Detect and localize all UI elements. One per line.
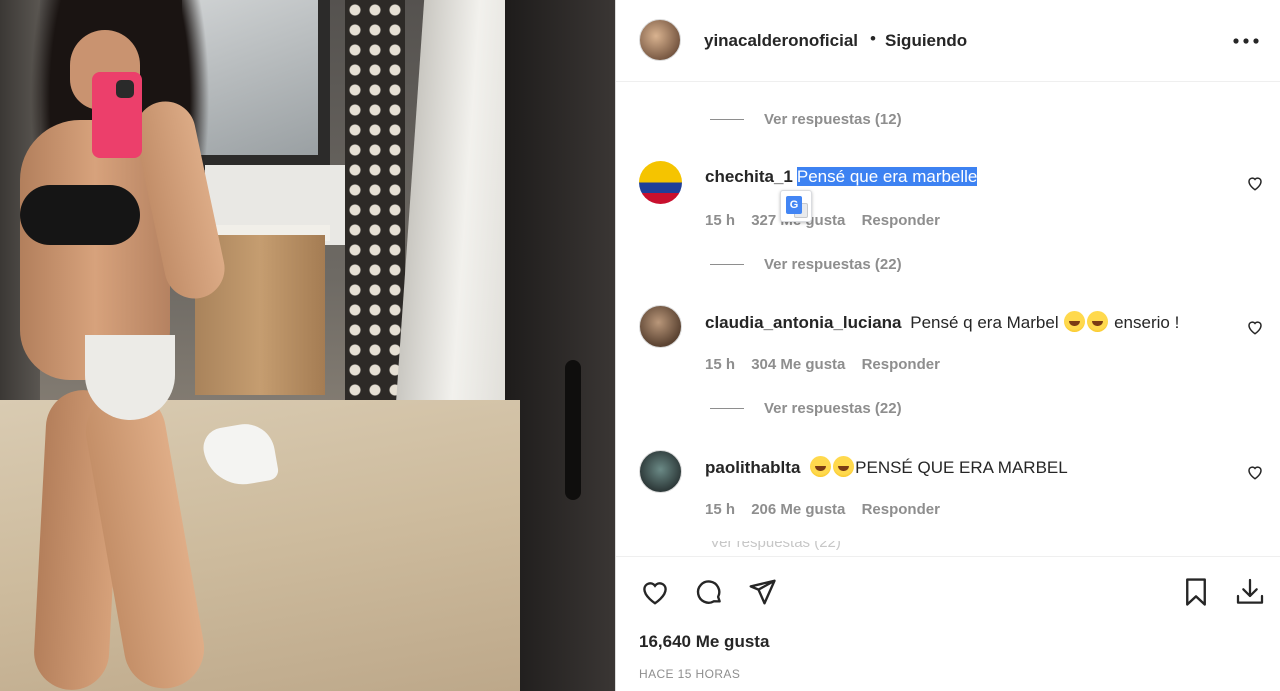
more-options-icon[interactable] [1231, 26, 1261, 56]
laughing-emoji-icon [810, 456, 832, 477]
photo-tile-column [345, 0, 405, 420]
comment-username[interactable]: claudia_antonia_luciana [705, 313, 902, 332]
view-replies-button[interactable]: Ver respuestas (22) [710, 400, 902, 417]
replies-line [710, 408, 744, 409]
author-avatar[interactable] [639, 19, 681, 61]
comment-likes[interactable]: 304 Me gusta [751, 356, 845, 373]
like-comment-heart-icon[interactable] [1246, 463, 1266, 483]
translate-icon[interactable]: G [780, 190, 812, 222]
replies-line [710, 264, 744, 265]
view-replies-partial[interactable]: Ver respuestas (22) [710, 541, 841, 551]
header-separator: • [870, 29, 876, 48]
download-icon[interactable] [1233, 575, 1267, 609]
comment-item: claudia_antonia_luciana Pensé q era Marb… [616, 305, 1280, 395]
view-replies-label: Ver respuestas (22) [764, 400, 902, 417]
comment-meta: 15 h 304 Me gusta Responder [705, 356, 952, 373]
reply-button[interactable]: Responder [862, 212, 940, 229]
view-replies-button[interactable]: Ver respuestas (12) [710, 111, 902, 128]
post-header: yinacalderonoficial • Siguiendo [616, 0, 1280, 82]
laughing-emoji-icon [1087, 311, 1109, 332]
reply-button[interactable]: Responder [862, 356, 940, 373]
comment-avatar[interactable] [639, 161, 682, 204]
reply-button[interactable]: Responder [862, 501, 940, 518]
comment-likes[interactable]: 206 Me gusta [751, 501, 845, 518]
comment-body-selected: Pensé que era marbelle [796, 167, 978, 186]
laughing-emoji-icon [833, 456, 855, 477]
photo-figure-top [20, 185, 140, 245]
comment-username[interactable]: chechita_1 [705, 167, 793, 186]
comment-time: 15 h [705, 501, 736, 518]
comment-meta: 15 h 206 Me gusta Responder [705, 501, 952, 518]
post-photo[interactable] [0, 0, 615, 691]
post-side-panel: yinacalderonoficial • Siguiendo Ver resp… [616, 0, 1280, 691]
photo-door-dark [505, 0, 615, 691]
comment-body: PENSÉ QUE ERA MARBEL [855, 458, 1068, 477]
share-send-icon[interactable] [745, 575, 779, 609]
comment-time: 15 h [705, 212, 736, 229]
save-bookmark-icon[interactable] [1179, 575, 1213, 609]
like-comment-heart-icon[interactable] [1246, 174, 1266, 194]
comment-username[interactable]: paolithablta [705, 458, 800, 477]
post-timestamp: HACE 15 HORAS [639, 667, 741, 681]
post-likes-count[interactable]: 16,640 Me gusta [639, 632, 769, 652]
following-button[interactable]: Siguiendo [885, 31, 967, 51]
replies-line [710, 119, 744, 120]
comment-time: 15 h [705, 356, 736, 373]
view-replies-label: Ver respuestas (12) [764, 111, 902, 128]
comment-item: chechita_1 Pensé que era marbelle 15 h 32… [616, 161, 1280, 251]
author-username[interactable]: yinacalderonoficial [704, 31, 858, 51]
comment-body-end: enserio ! [1114, 313, 1180, 332]
comments-list[interactable]: Ver respuestas (12) chechita_1 Pensé que … [616, 83, 1280, 556]
comment-text: paolithablta PENSÉ QUE ERA MARBEL [705, 456, 1068, 478]
laughing-emoji-icon [1064, 311, 1086, 332]
photo-phone-camera [116, 80, 134, 98]
comment-text: claudia_antonia_luciana Pensé q era Marb… [705, 311, 1179, 333]
comment-bubble-icon[interactable] [692, 575, 726, 609]
like-comment-heart-icon[interactable] [1246, 318, 1266, 338]
comment-meta: 15 h 327 Me gusta Responder [705, 212, 952, 229]
like-heart-icon[interactable] [638, 575, 672, 609]
comment-avatar[interactable] [639, 450, 682, 493]
comment-avatar[interactable] [639, 305, 682, 348]
comment-text: chechita_1 Pensé que era marbelle [705, 167, 978, 187]
translate-icon-front: G [786, 196, 802, 214]
view-replies-label: Ver respuestas (22) [764, 256, 902, 273]
post-actions: 16,640 Me gusta HACE 15 HORAS [616, 556, 1280, 691]
comment-item: paolithablta PENSÉ QUE ERA MARBEL 15 h 2… [616, 450, 1280, 540]
comment-body: Pensé q era Marbel [910, 313, 1059, 332]
photo-door-handle [565, 360, 581, 500]
view-replies-button[interactable]: Ver respuestas (22) [710, 256, 902, 273]
